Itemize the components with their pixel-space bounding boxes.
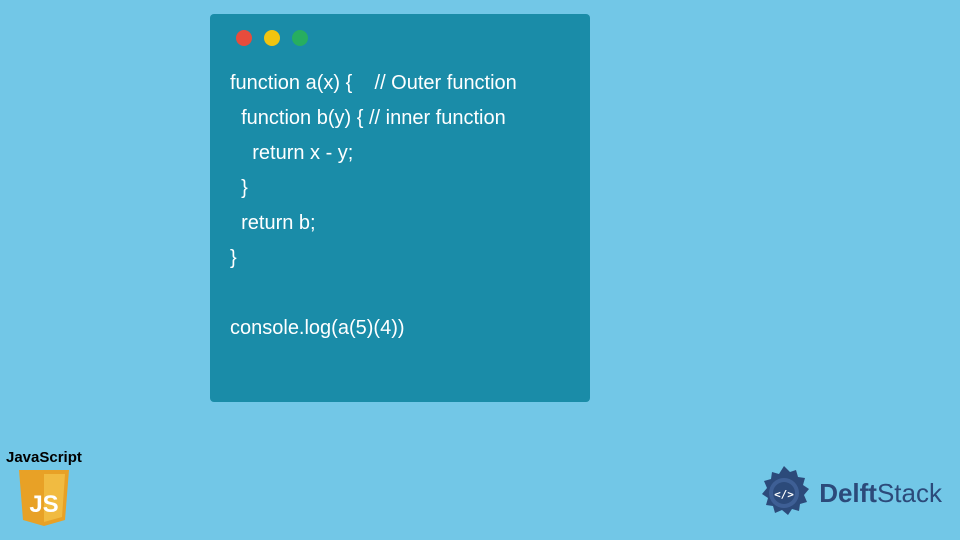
code-block: function a(x) { // Outer function functi… (230, 66, 570, 346)
code-line: } (230, 247, 237, 269)
delftstack-logo: </> DelftStack (755, 464, 942, 522)
maximize-icon (292, 30, 308, 46)
javascript-label: JavaScript (6, 449, 82, 466)
code-line: function b(y) { // inner function (230, 107, 506, 129)
delft-regular: Stack (877, 478, 942, 508)
code-line: console.log(a(5)(4)) (230, 317, 405, 339)
js-shield-text: JS (29, 491, 58, 518)
code-line: return x - y; (230, 142, 353, 164)
window-controls (236, 30, 570, 46)
code-window: function a(x) { // Outer function functi… (210, 14, 590, 402)
javascript-badge: JavaScript JS (6, 449, 82, 528)
close-icon (236, 30, 252, 46)
delftstack-icon: </> (755, 464, 813, 522)
delft-bold: Delft (819, 478, 877, 508)
minimize-icon (264, 30, 280, 46)
code-line: } (230, 177, 248, 199)
code-line: function a(x) { // Outer function (230, 72, 517, 94)
javascript-shield-icon: JS (17, 468, 71, 528)
svg-text:</>: </> (774, 488, 794, 501)
code-line: return b; (230, 212, 316, 234)
delftstack-text: DelftStack (819, 478, 942, 509)
